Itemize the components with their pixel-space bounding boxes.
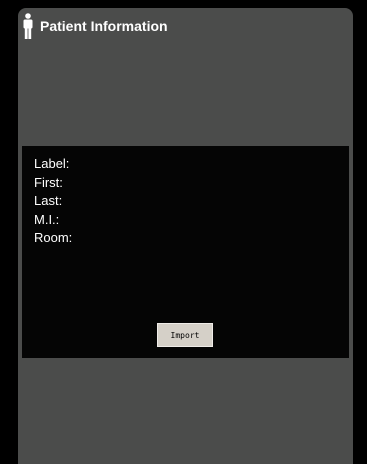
field-mi: M.I.: — [34, 211, 76, 230]
patient-info-box: Label: First: Last: M.I.: Room: Import — [22, 146, 349, 358]
field-mi-label: M.I.: — [34, 211, 60, 227]
field-last-label: Last: — [34, 193, 63, 208]
patient-field-list: Label: First: Last: M.I.: Room: — [34, 155, 76, 248]
field-room-label: Room: — [34, 230, 73, 245]
field-label: Label: — [34, 155, 76, 174]
field-last: Last: — [34, 192, 76, 211]
patient-info-panel: Patient Information Label: First: Last: … — [18, 8, 353, 464]
panel-header: Patient Information — [22, 12, 168, 40]
field-first: First: — [34, 174, 76, 193]
person-icon — [23, 13, 33, 39]
field-label-label: Label: — [34, 156, 70, 171]
field-first-label: First: — [34, 174, 63, 190]
field-room: Room: — [34, 229, 76, 248]
panel-title: Patient Information — [40, 18, 168, 34]
import-button[interactable]: Import — [157, 323, 213, 347]
